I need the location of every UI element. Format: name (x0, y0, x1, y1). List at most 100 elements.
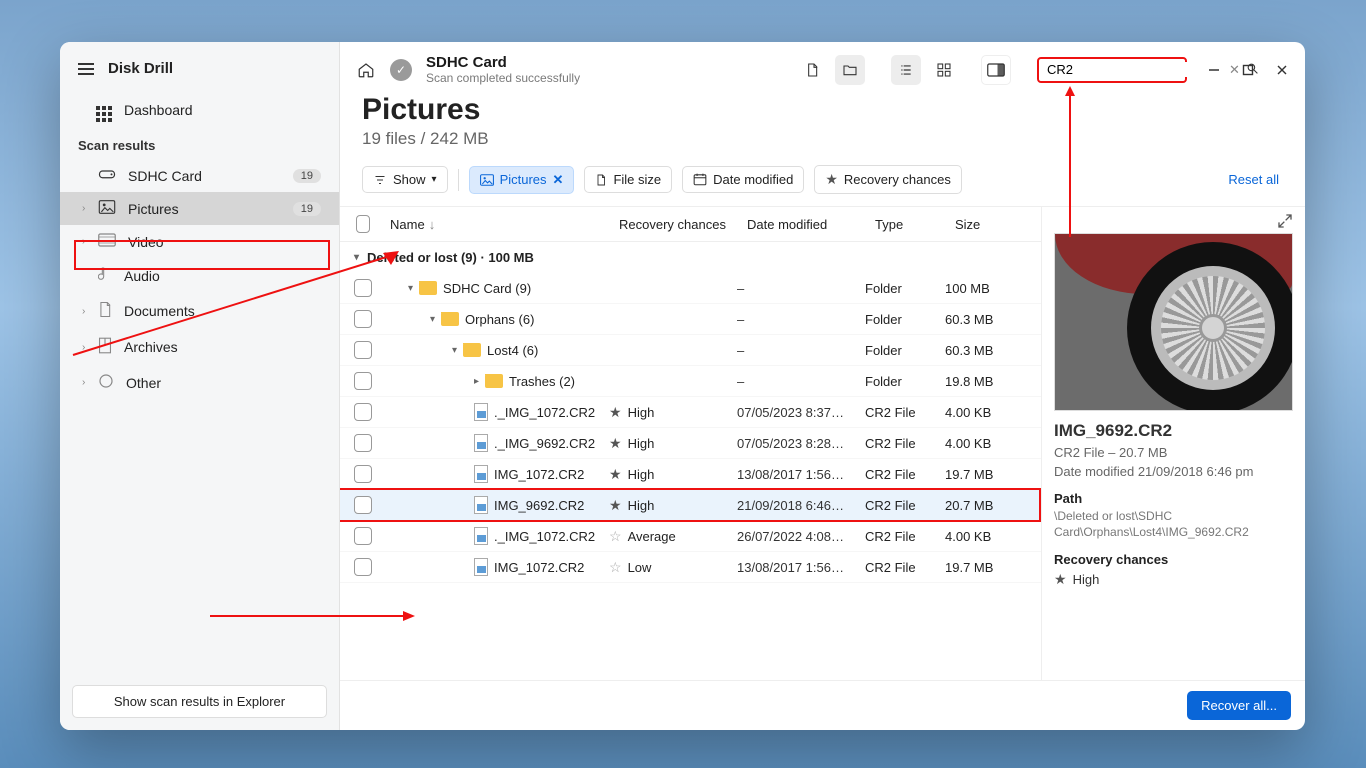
video-icon (98, 233, 116, 250)
chevron-down-icon[interactable]: ▾ (452, 345, 457, 356)
checkbox[interactable] (354, 341, 372, 359)
col-type[interactable]: Type (865, 217, 945, 232)
chevron-right-icon: › (82, 342, 85, 353)
filter-pictures-label: Pictures (500, 172, 547, 187)
filter-file-size[interactable]: File size (584, 166, 672, 193)
checkbox-all[interactable] (356, 215, 370, 233)
image-icon (480, 174, 494, 186)
col-size[interactable]: Size (945, 217, 1031, 232)
sidebar-group-label: Scan results (60, 130, 339, 159)
checkbox[interactable] (354, 403, 372, 421)
close-chip-icon[interactable]: ✕ (553, 172, 564, 188)
sidebar-item-sdhc-card[interactable]: SDHC Card19 (60, 159, 339, 192)
star-icon: ★ (825, 171, 838, 188)
folder-icon (463, 343, 481, 357)
star-icon: ★ (609, 497, 622, 514)
close-icon[interactable] (1273, 61, 1291, 79)
list-view-icon[interactable] (891, 55, 921, 85)
col-name[interactable]: Name ↓ (380, 217, 609, 232)
table-row[interactable]: ▸ Trashes (2)–Folder19.8 MB (340, 366, 1041, 397)
sidebar: Disk Drill Dashboard Scan results SDHC C… (60, 42, 340, 730)
chevron-right-icon[interactable]: ▸ (474, 376, 479, 387)
col-recovery[interactable]: Recovery chances (609, 217, 737, 232)
recover-all-button[interactable]: Recover all... (1187, 691, 1291, 720)
chevron-right-icon: › (82, 377, 85, 388)
table-row[interactable]: ._IMG_9692.CR2★High07/05/2023 8:28…CR2 F… (340, 428, 1041, 459)
date-value: – (737, 343, 865, 358)
file-group-row[interactable]: ▾ Deleted or lost (9) · 100 MB (340, 242, 1041, 273)
type-value: CR2 File (865, 529, 945, 544)
table-row[interactable]: ▾ SDHC Card (9)–Folder100 MB (340, 273, 1041, 304)
table-row[interactable]: IMG_9692.CR2★High21/09/2018 6:46…CR2 Fil… (340, 490, 1041, 521)
col-date[interactable]: Date modified (737, 217, 865, 232)
sidebar-item-archives[interactable]: › Archives (60, 329, 339, 365)
checkbox[interactable] (354, 558, 372, 576)
checkbox[interactable] (354, 465, 372, 483)
sidebar-item-label: Audio (124, 268, 160, 284)
table-header: Name ↓ Recovery chances Date modified Ty… (340, 207, 1041, 242)
checkbox[interactable] (354, 310, 372, 328)
chevron-down-icon[interactable]: ▾ (408, 283, 413, 294)
table-row[interactable]: ▾ Orphans (6)–Folder60.3 MB (340, 304, 1041, 335)
window-controls (1205, 61, 1291, 79)
date-value: 21/09/2018 6:46… (737, 498, 865, 513)
chevron-down-icon: ▾ (432, 174, 437, 185)
count-badge: 19 (293, 169, 321, 183)
expand-icon[interactable] (1277, 213, 1295, 231)
hamburger-icon[interactable] (78, 63, 94, 75)
recovery-value: High (628, 498, 655, 513)
recovery-value: High (628, 436, 655, 451)
star-icon: ★ (1054, 571, 1067, 588)
maximize-icon[interactable] (1239, 61, 1257, 79)
filter-recovery[interactable]: ★ Recovery chances (814, 165, 962, 194)
star-icon: ★ (609, 435, 622, 452)
checkbox[interactable] (354, 372, 372, 390)
sidebar-item-audio[interactable]: Audio (60, 258, 339, 293)
sidebar-item-documents[interactable]: ›Documents (60, 293, 339, 329)
checkbox[interactable] (354, 279, 372, 297)
preview-image (1054, 233, 1293, 411)
date-value: 13/08/2017 1:56… (737, 467, 865, 482)
table-row[interactable]: ▾ Lost4 (6)–Folder60.3 MB (340, 335, 1041, 366)
reset-all-link[interactable]: Reset all (1228, 172, 1283, 187)
preview-path-label: Path (1054, 491, 1293, 506)
type-value: CR2 File (865, 467, 945, 482)
table-row[interactable]: ._IMG_1072.CR2★High07/05/2023 8:37…CR2 F… (340, 397, 1041, 428)
sidebar-item-pictures[interactable]: ›Pictures19 (60, 192, 339, 225)
sidebar-item-dashboard[interactable]: Dashboard (60, 89, 339, 130)
sidebar-item-label: Archives (124, 339, 178, 355)
sidebar-item-label: Other (126, 375, 161, 391)
search-box[interactable]: ✕ (1037, 57, 1187, 83)
file-icon[interactable] (797, 55, 827, 85)
minimize-icon[interactable] (1205, 61, 1223, 79)
checkbox[interactable] (354, 496, 372, 514)
recovery-value: High (628, 405, 655, 420)
recovery-value: High (628, 467, 655, 482)
table-row[interactable]: IMG_1072.CR2★High13/08/2017 1:56…CR2 Fil… (340, 459, 1041, 490)
sidebar-item-other[interactable]: › Other (60, 365, 339, 400)
grid-view-icon[interactable] (929, 55, 959, 85)
search-input[interactable] (1047, 62, 1223, 77)
table-row[interactable]: IMG_1072.CR2☆Low13/08/2017 1:56…CR2 File… (340, 552, 1041, 583)
star-icon: ★ (609, 404, 622, 421)
audio-icon (98, 266, 112, 285)
preview-filename: IMG_9692.CR2 (1054, 421, 1293, 441)
checkbox[interactable] (354, 527, 372, 545)
filter-pictures[interactable]: Pictures ✕ (469, 166, 575, 194)
sidebar-item-video[interactable]: ›Video (60, 225, 339, 258)
drive-icon (98, 167, 116, 184)
file-name: IMG_9692.CR2 (494, 498, 584, 513)
folder-icon[interactable] (835, 55, 865, 85)
filter-date[interactable]: Date modified (682, 166, 804, 193)
show-in-explorer-button[interactable]: Show scan results in Explorer (72, 685, 327, 718)
checkbox[interactable] (354, 434, 372, 452)
show-dropdown[interactable]: Show ▾ (362, 166, 448, 193)
chevron-down-icon[interactable]: ▾ (430, 314, 435, 325)
table-row[interactable]: ._IMG_1072.CR2☆Average26/07/2022 4:08…CR… (340, 521, 1041, 552)
page-title: Pictures (362, 93, 1283, 127)
archive-icon (98, 337, 112, 357)
size-value: 4.00 KB (945, 436, 1031, 451)
toggle-panel-icon[interactable] (981, 55, 1011, 85)
home-icon[interactable] (352, 56, 380, 84)
filter-date-label: Date modified (713, 172, 793, 187)
